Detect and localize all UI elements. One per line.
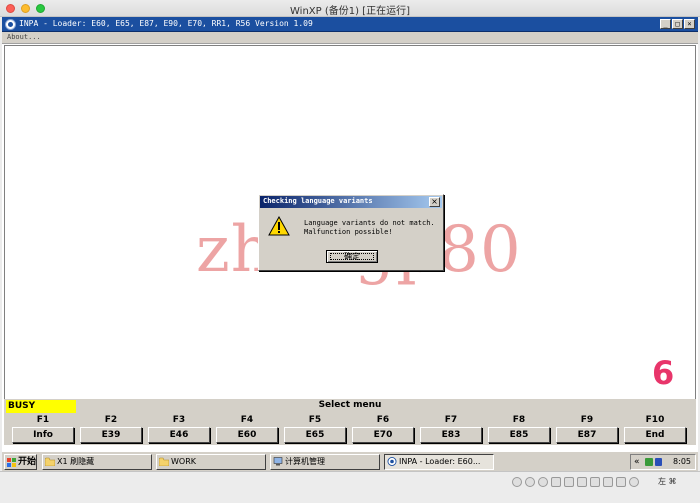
minimize-button[interactable]: _	[660, 19, 671, 29]
network-icon[interactable]	[645, 458, 653, 466]
security-icon[interactable]	[655, 458, 662, 466]
f2-e39-button[interactable]: E39	[80, 427, 142, 443]
fkey-f1: F1 Info	[12, 413, 74, 445]
f1-info-button[interactable]: Info	[12, 427, 74, 443]
select-menu-label: Select menu	[318, 400, 382, 410]
fkey-f3: F3 E46	[148, 413, 210, 445]
f10-end-button[interactable]: End	[624, 427, 686, 443]
fkey-f4: F4 E60	[216, 413, 278, 445]
start-label: 开始	[18, 457, 37, 467]
ok-button[interactable]: 确定	[326, 250, 378, 263]
fkey-label: F6	[376, 415, 390, 425]
host-titlebar: WinXP (备份1) [正在运行]	[0, 0, 700, 17]
f4-e60-button[interactable]: E60	[216, 427, 278, 443]
fkey-f10: F10 End	[624, 413, 686, 445]
host-key-indicator: 左 ⌘	[658, 477, 677, 486]
display-icon[interactable]	[590, 477, 600, 487]
dialog-message-line1: Language variants do not match.	[304, 219, 435, 227]
function-key-bar: F1 Info F2 E39 F3 E46 F4 E60 F5 E65 F6 E…	[4, 413, 696, 445]
inpa-window-title: INPA - Loader: E60, E65, E87, E90, E70, …	[19, 19, 313, 28]
fkey-label: F3	[172, 415, 186, 425]
task-work[interactable]: WORK	[156, 454, 266, 470]
menu-about[interactable]: About...	[7, 33, 41, 41]
fkey-label: F10	[645, 415, 665, 425]
inpa-icon	[387, 457, 397, 466]
task-label: 计算机管理	[285, 457, 325, 466]
clock: 8:05	[673, 457, 691, 466]
network-adapter-icon[interactable]	[551, 477, 561, 487]
language-variants-dialog: Checking language variants × Language va…	[258, 194, 444, 271]
folder-icon	[159, 457, 169, 466]
f7-e83-button[interactable]: E83	[420, 427, 482, 443]
task-x1[interactable]: X1 刷隐藏	[42, 454, 152, 470]
inpa-titlebar: INPA - Loader: E60, E65, E87, E90, E70, …	[2, 17, 698, 32]
start-button[interactable]: 开始	[4, 454, 37, 470]
f6-e70-button[interactable]: E70	[352, 427, 414, 443]
dialog-message: Language variants do not match. Malfunct…	[304, 219, 435, 237]
task-computer-management[interactable]: 计算机管理	[270, 454, 380, 470]
inpa-statusbar: Select menu BUSY	[4, 399, 696, 413]
fkey-label: F8	[512, 415, 526, 425]
dialog-titlebar: Checking language variants ×	[260, 196, 442, 208]
fkey-f5: F5 E65	[284, 413, 346, 445]
fkey-label: F7	[444, 415, 458, 425]
folder-icon	[45, 457, 55, 466]
fkey-f7: F7 E83	[420, 413, 482, 445]
f9-e87-button[interactable]: E87	[556, 427, 618, 443]
fkey-f8: F8 E85	[488, 413, 550, 445]
shared-folder-icon[interactable]	[577, 477, 587, 487]
inpa-window-controls: _ □ ×	[660, 19, 695, 29]
mouse-integration-icon[interactable]	[629, 477, 639, 487]
usb-icon[interactable]	[564, 477, 574, 487]
inpa-app-icon	[5, 19, 16, 30]
audio-icon[interactable]	[538, 477, 548, 487]
guest-screen: INPA - Loader: E60, E65, E87, E90, E70, …	[2, 17, 698, 471]
f3-e46-button[interactable]: E46	[148, 427, 210, 443]
recording-icon[interactable]	[603, 477, 613, 487]
cpu-icon[interactable]	[616, 477, 626, 487]
computer-icon	[273, 457, 283, 466]
task-label: INPA - Loader: E60...	[399, 457, 481, 466]
tray-expand-button[interactable]: «	[634, 455, 640, 469]
fkey-label: F4	[240, 415, 254, 425]
dialog-close-button[interactable]: ×	[429, 197, 440, 207]
fkey-f2: F2 E39	[80, 413, 142, 445]
dialog-title: Checking language variants	[263, 197, 373, 205]
task-inpa[interactable]: INPA - Loader: E60...	[384, 454, 494, 470]
busy-indicator: BUSY	[6, 400, 76, 413]
windows-logo-icon	[7, 458, 16, 467]
close-button[interactable]: ×	[684, 19, 695, 29]
vm-status-bar: 左 ⌘	[0, 471, 700, 503]
task-label: WORK	[171, 457, 197, 466]
dialog-message-line2: Malfunction possible!	[304, 228, 393, 236]
step-number-badge: 6	[652, 354, 675, 392]
vm-device-icons	[512, 477, 639, 487]
host-window-title: WinXP (备份1) [正在运行]	[290, 6, 410, 17]
fkey-label: F1	[36, 415, 50, 425]
disk-icon[interactable]	[512, 477, 522, 487]
f5-e65-button[interactable]: E65	[284, 427, 346, 443]
ok-button-focus-ring	[330, 253, 374, 260]
warning-icon	[268, 216, 290, 236]
task-label: X1 刷隐藏	[57, 457, 95, 466]
f8-e85-button[interactable]: E85	[488, 427, 550, 443]
fkey-f9: F9 E87	[556, 413, 618, 445]
cd-icon[interactable]	[525, 477, 535, 487]
fkey-label: F5	[308, 415, 322, 425]
maximize-button[interactable]: □	[672, 19, 683, 29]
fkey-label: F9	[580, 415, 594, 425]
xp-taskbar: 开始 X1 刷隐藏 WORK 计算机管理 INPA - Loader: E60.…	[2, 451, 698, 471]
system-tray: « 8:05	[630, 454, 696, 470]
inpa-menubar: About...	[2, 32, 698, 44]
fkey-f6: F6 E70	[352, 413, 414, 445]
fkey-label: F2	[104, 415, 118, 425]
